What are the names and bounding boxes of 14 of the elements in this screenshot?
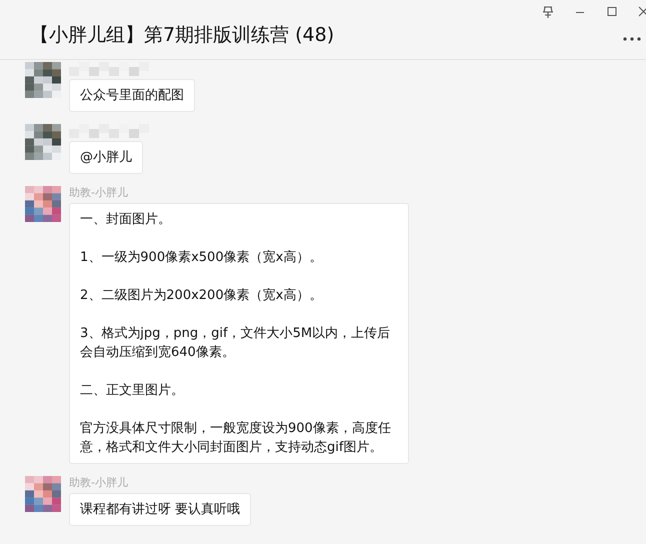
message-text: 1、一级为900像素x500像素（宽x高）。: [80, 249, 324, 267]
message-text: 公众号里面的配图: [80, 87, 184, 105]
message-text: 一、封面图片。: [80, 211, 172, 229]
pin-icon[interactable]: [540, 4, 556, 20]
message-text: 官方没具体尺寸限制，一般宽度设为900像素，高度任意，格式和文件大小同封面图片，支持动态gif图片。: [80, 420, 392, 457]
more-icon[interactable]: [622, 36, 642, 42]
window-title: 【小胖儿组】第7期排版训练营 (48): [30, 23, 334, 48]
sender-name: 助教-小胖儿: [69, 476, 129, 490]
message-text: 二、正文里图片。: [80, 382, 185, 400]
message-text: 3、格式为jpg，png，gif，文件大小5M以内，上传后会自动压缩到宽640像素。: [80, 325, 392, 362]
message-text: @小胖儿: [80, 149, 132, 167]
sender-name: 助教-小胖儿: [69, 186, 129, 200]
message-text: 2、二级图片为200x200像素（宽x高）。: [80, 287, 324, 305]
message-text: 课程都有讲过呀 要认真听哦: [80, 501, 240, 519]
